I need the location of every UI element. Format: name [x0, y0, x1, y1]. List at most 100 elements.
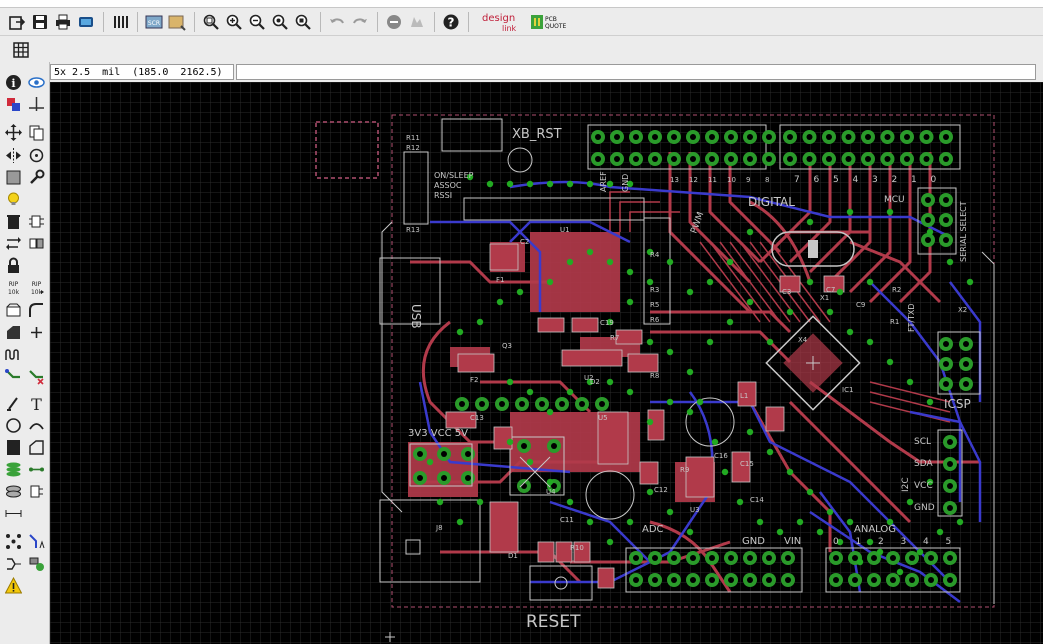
zoom-fit-button[interactable] [200, 11, 222, 33]
help-button[interactable]: ? [440, 11, 462, 33]
pad [921, 233, 935, 247]
pcb-quote-button[interactable]: PCB QUOTE [530, 11, 570, 33]
display-button[interactable] [3, 94, 23, 114]
paste-button[interactable] [3, 189, 23, 209]
redo-button[interactable] [349, 11, 371, 33]
layer-settings-button[interactable] [109, 11, 131, 33]
zoom-in-button[interactable] [223, 11, 245, 33]
label-rssi: RSSI [434, 191, 452, 200]
pad [919, 152, 934, 166]
circle-button[interactable] [3, 415, 23, 435]
ripup-button[interactable]: RIP 10k [3, 277, 23, 297]
open-button[interactable] [6, 11, 28, 33]
ulp-button[interactable] [166, 11, 188, 33]
rect-button[interactable] [3, 437, 23, 457]
zoom-select-button[interactable] [292, 11, 314, 33]
ratsnest-button[interactable] [3, 531, 23, 551]
move-button[interactable] [3, 122, 23, 142]
via-button[interactable] [3, 459, 23, 479]
stop-button[interactable] [383, 11, 405, 33]
via [546, 278, 554, 286]
wire-button[interactable] [3, 393, 23, 413]
part-designator: X4 [798, 336, 808, 344]
part-designator: U3 [690, 506, 700, 514]
stop-icon [387, 14, 401, 29]
pad [517, 479, 531, 493]
script-button[interactable]: SCR [143, 11, 165, 33]
via [866, 338, 874, 346]
via [646, 278, 654, 286]
zoom-out-button[interactable] [246, 11, 268, 33]
group-button[interactable] [3, 167, 23, 187]
via [786, 308, 794, 316]
text-button[interactable]: T [26, 393, 46, 413]
pad [591, 152, 605, 166]
via [866, 538, 874, 546]
pcb-layout[interactable]: XB_RST DIGITAL USB ICSP RESET ANALOG 3V3… [50, 82, 1043, 644]
grid-button[interactable] [10, 39, 32, 61]
errors-button[interactable] [3, 575, 23, 595]
add-button[interactable] [26, 211, 46, 231]
save-button[interactable] [29, 11, 51, 33]
pad [848, 573, 862, 587]
split-button[interactable] [3, 300, 23, 320]
pad [861, 152, 875, 166]
attribute-button[interactable] [26, 481, 46, 501]
via [666, 508, 674, 516]
go-button[interactable] [406, 11, 428, 33]
show-button[interactable] [26, 72, 46, 92]
board-canvas[interactable]: XB_RST DIGITAL USB ICSP RESET ANALOG 3V3… [50, 82, 1043, 644]
coordinate-readout: 5x 2.5 mil (185.0 2162.5) [50, 64, 234, 80]
autorouter-button[interactable] [26, 531, 46, 551]
dimension-button[interactable] [3, 503, 23, 523]
pad [515, 397, 529, 411]
mark-button[interactable] [26, 94, 46, 114]
copy-button[interactable] [26, 122, 46, 142]
designlink-button[interactable]: design link [480, 11, 524, 33]
hole-button[interactable] [3, 481, 23, 501]
route-plus-button[interactable] [26, 322, 46, 342]
polygon-button[interactable] [26, 437, 46, 457]
delete-button[interactable] [3, 211, 23, 231]
pad [802, 152, 817, 166]
signal-button[interactable] [26, 459, 46, 479]
drc-button[interactable] [26, 553, 46, 573]
print-button[interactable] [52, 11, 74, 33]
pad [762, 152, 776, 166]
cam-button[interactable] [75, 11, 97, 33]
arc-button[interactable] [26, 415, 46, 435]
pinswap-button[interactable] [3, 233, 23, 253]
miter-button[interactable] [26, 300, 46, 320]
ripup-all-button[interactable]: RIP 10k [26, 277, 46, 297]
lock-button[interactable] [3, 255, 23, 275]
command-toolbar: i RIP 10k RIP 10k T [0, 62, 50, 644]
replace-icon [29, 238, 43, 248]
replace-button[interactable] [26, 233, 46, 253]
zoom-redraw-button[interactable] [269, 11, 291, 33]
pad [461, 447, 475, 461]
rotate-button[interactable] [26, 145, 46, 165]
text-icon: T [31, 395, 42, 412]
undo-button[interactable] [326, 11, 348, 33]
meander-button[interactable] [3, 344, 23, 364]
pad [547, 439, 561, 453]
via [836, 288, 844, 296]
pad [900, 152, 914, 166]
optimize-button[interactable] [3, 322, 23, 342]
erc-button[interactable] [3, 553, 23, 573]
via [686, 368, 694, 376]
change-button[interactable] [26, 167, 46, 187]
route-button[interactable] [3, 366, 23, 386]
pad [880, 152, 895, 166]
rect-icon [6, 439, 20, 455]
pad [880, 130, 895, 144]
info-button[interactable]: i [3, 72, 23, 92]
label-on-sleep: ON/SLEEP [434, 171, 474, 180]
unroute-button[interactable] [26, 366, 46, 386]
via [646, 338, 654, 346]
via [806, 278, 814, 286]
command-line-input[interactable] [236, 64, 1036, 80]
mirror-button[interactable] [3, 145, 23, 165]
pad [943, 479, 957, 493]
pad [783, 152, 797, 166]
